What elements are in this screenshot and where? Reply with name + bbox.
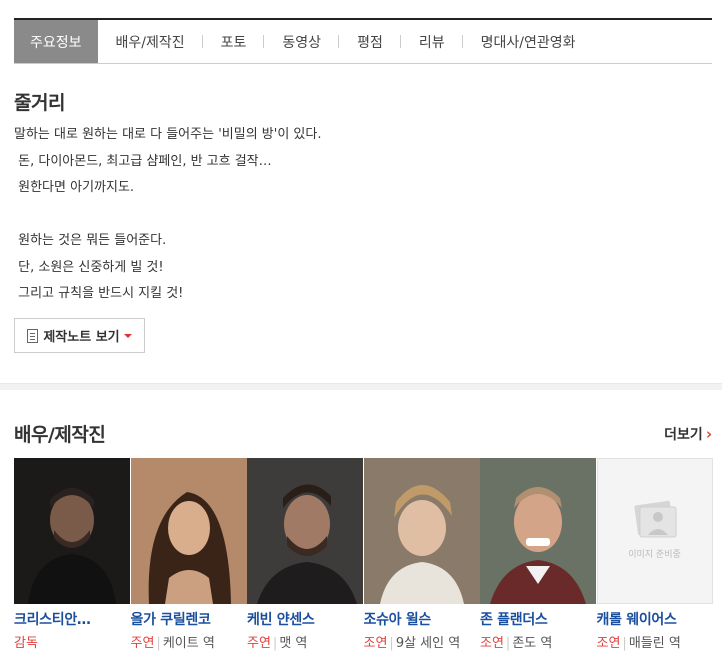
role-separator: | (272, 636, 278, 651)
cast-role: 감독 (14, 632, 131, 651)
cast-photo[interactable] (130, 458, 247, 604)
cast-photo[interactable] (247, 458, 363, 604)
tab-photo[interactable]: 포토 (203, 20, 265, 63)
section-divider (0, 383, 722, 390)
cast-card[interactable]: 이미지 준비중 캐롤 웨이어스 조연 | 매들린 역 (596, 458, 714, 651)
tab-review[interactable]: 리뷰 (401, 20, 463, 63)
character-name: 맷 역 (279, 636, 308, 651)
cast-role: 조연 | 매들린 역 (597, 632, 714, 651)
cast-role: 조연 | 9살 세인 역 (364, 632, 481, 651)
tab-quotes-related[interactable]: 명대사/연관영화 (463, 20, 594, 63)
cast-role: 조연 | 존도 역 (480, 632, 597, 651)
cast-name[interactable]: 크리스티안… (14, 609, 131, 629)
synopsis-line: 원하는 것은 뭐든 들어준다. (14, 233, 167, 248)
cast-section-title: 배우/제작진 (14, 424, 106, 446)
cast-name[interactable]: 존 플랜더스 (480, 609, 597, 629)
document-icon (27, 328, 39, 343)
character-name: 9살 세인 역 (395, 636, 461, 651)
movie-tabs: 주요정보 배우/제작진 포토 동영상 평점 리뷰 명대사/연관영화 (14, 18, 712, 64)
caret-down-icon (123, 333, 132, 338)
cast-role: 주연 | 맷 역 (247, 632, 364, 651)
role-separator: | (156, 636, 161, 651)
tab-video[interactable]: 동영상 (264, 20, 339, 63)
tab-cast-crew[interactable]: 배우/제작진 (98, 20, 203, 63)
image-placeholder-icon (633, 500, 676, 538)
role-type: 조연 (596, 636, 621, 651)
placeholder-text: 이미지 준비중 (628, 550, 681, 560)
cast-card[interactable]: 올가 쿠릴렌코 주연 | 케이트 역 (130, 458, 248, 651)
cast-name[interactable]: 조슈아 윌슨 (364, 609, 481, 629)
role-separator: | (389, 636, 394, 651)
tab-rating[interactable]: 평점 (339, 20, 401, 63)
role-type: 주연 (130, 636, 155, 651)
more-label: 더보기 (664, 427, 703, 443)
role-type: 감독 (14, 636, 38, 651)
synopsis-line (14, 202, 321, 229)
cast-list: 크리스티안… 감독 올가 쿠릴렌코 주연 | 케이트 역 케빈 얀센스 주연 |… (14, 458, 713, 651)
synopsis-line: 돈, 다이아몬드, 최고급 샴페인, 반 고흐 걸작… (14, 153, 272, 169)
chevron-right-icon: › (705, 425, 712, 443)
cast-photo[interactable] (363, 458, 480, 604)
role-separator: | (622, 636, 627, 651)
production-note-button[interactable]: 제작노트 보기 (14, 318, 145, 353)
production-note-label: 제작노트 보기 (43, 330, 120, 345)
cast-photo[interactable] (14, 458, 130, 604)
cast-photo-placeholder[interactable]: 이미지 준비중 (596, 458, 713, 604)
cast-card[interactable]: 케빈 얀센스 주연 | 맷 역 (247, 458, 364, 651)
synopsis-line: 말하는 대로 원하는 대로 다 들어주는 '비밀의 방'이 있다. (14, 127, 322, 142)
cast-card[interactable]: 조슈아 윌슨 조연 | 9살 세인 역 (363, 458, 481, 651)
character-name: 매들린 역 (628, 636, 681, 651)
cast-card[interactable]: 크리스티안… 감독 (14, 458, 131, 651)
synopsis-body: 말하는 대로 원하는 대로 다 들어주는 '비밀의 방'이 있다. 돈, 다이아… (14, 122, 321, 308)
role-type: 조연 (480, 636, 504, 651)
cast-name[interactable]: 캐롤 웨이어스 (597, 609, 714, 629)
character-name: 존도 역 (512, 636, 553, 651)
synopsis-title: 줄거리 (14, 92, 65, 114)
role-separator: | (505, 636, 511, 651)
page: 주요정보 배우/제작진 포토 동영상 평점 리뷰 명대사/연관영화 줄거리 말하… (0, 0, 722, 662)
synopsis-line: 단, 소원은 신중하게 빌 것! (14, 259, 164, 275)
more-link[interactable]: 더보기 › (664, 424, 712, 444)
cast-photo[interactable] (480, 458, 596, 604)
role-type: 주연 (247, 636, 271, 651)
cast-role: 주연 | 케이트 역 (131, 632, 248, 651)
character-name: 케이트 역 (162, 636, 215, 651)
tab-main-info[interactable]: 주요정보 (14, 20, 98, 63)
synopsis-line: 원한다면 아기까지도. (14, 180, 135, 195)
cast-name[interactable]: 올가 쿠릴렌코 (131, 609, 248, 629)
synopsis-line: 그리고 규칙을 반드시 지킬 것! (14, 286, 184, 301)
cast-card[interactable]: 존 플랜더스 조연 | 존도 역 (480, 458, 597, 651)
role-type: 조연 (363, 636, 388, 651)
cast-name[interactable]: 케빈 얀센스 (247, 609, 364, 629)
